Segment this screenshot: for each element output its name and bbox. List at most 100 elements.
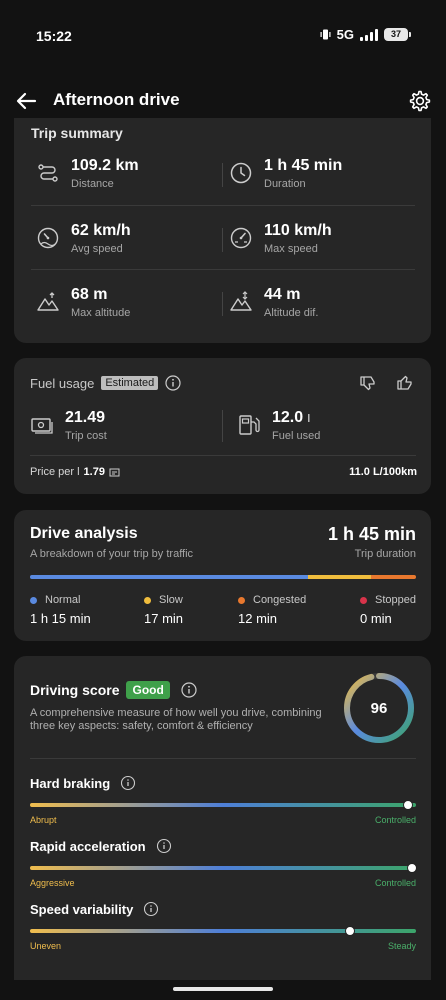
home-indicator[interactable]: [173, 987, 273, 991]
normal-value: 1 h 15 min: [30, 611, 91, 626]
stat-value: 68 m: [71, 286, 108, 303]
divider: [222, 228, 223, 252]
legend-stopped: Stopped 0 min: [360, 594, 416, 626]
mountain-icon: [37, 292, 59, 311]
trip-summary-card: Trip summary 109.2 km Distance 1 h 45 mi…: [14, 118, 431, 343]
divider: [31, 205, 415, 206]
driving-score-description: A comprehensive measure of how well you …: [30, 707, 322, 732]
network-type: 5G: [336, 27, 354, 42]
clock-icon: [230, 162, 252, 184]
stat-value: 1 h 45 min: [264, 157, 343, 174]
status-time: 15:22: [36, 28, 72, 44]
metric-name: Hard braking: [30, 775, 111, 791]
info-icon[interactable]: [143, 901, 159, 917]
info-icon[interactable]: [156, 838, 172, 854]
metric-low-label: Aggressive: [30, 878, 75, 888]
stopped-dot: [360, 596, 367, 604]
battery-icon: 37: [384, 28, 411, 41]
traffic-segment-slow: [308, 575, 372, 579]
divider: [222, 163, 223, 187]
metric-high-label: Controlled: [374, 815, 416, 825]
metric-knob: [345, 926, 356, 936]
edit-icon[interactable]: [109, 467, 120, 478]
stat-label: Altitude dif.: [264, 307, 319, 319]
metric-rapid-acceleration: Rapid acceleration Aggressive Controlled: [30, 838, 418, 888]
legend-congested: Congested 12 min: [238, 594, 307, 626]
metric-low-label: Uneven: [30, 941, 62, 951]
thumbs-up-icon[interactable]: [396, 374, 414, 392]
price-per-liter[interactable]: Price per l 1.79: [30, 466, 120, 478]
cash-icon: [31, 418, 53, 434]
driving-score-title: Driving score: [30, 682, 120, 698]
stat-label: Max speed: [264, 243, 318, 255]
score-value: 96: [371, 700, 388, 717]
consumption-value: 11.0 L/100km: [349, 466, 417, 478]
legend-normal: Normal 1 h 15 min: [30, 594, 91, 626]
metric-slider: [30, 800, 416, 810]
gear-icon[interactable]: [408, 89, 432, 113]
metric-knob: [407, 863, 418, 873]
traffic-segment-normal: [30, 575, 309, 579]
metric-slider: [30, 863, 418, 873]
stopped-value: 0 min: [360, 611, 392, 626]
arrow-left-icon[interactable]: [14, 90, 38, 112]
trip-cost-label: Trip cost: [65, 430, 107, 442]
app-bar: Afternoon drive: [0, 80, 446, 122]
congested-value: 12 min: [238, 611, 278, 626]
drive-analysis-title: Drive analysis: [30, 525, 138, 542]
stat-duration: 1 h 45 min Duration: [229, 157, 419, 197]
stat-distance: 109.2 km Distance: [36, 157, 226, 197]
vibrate-icon: [320, 29, 331, 40]
stat-value: 110 km/h: [264, 222, 332, 239]
trip-summary-title: Trip summary: [31, 125, 123, 141]
stat-label: Duration: [264, 178, 306, 190]
divider: [222, 292, 223, 316]
trip-cost-value: 21.49: [65, 409, 106, 426]
legend-slow: Slow 17 min: [144, 594, 184, 626]
price-value: 1.79: [83, 466, 105, 478]
mountain-diff-icon: [230, 291, 252, 311]
stat-max-altitude: 68 m Max altitude: [36, 286, 226, 326]
divider: [30, 455, 416, 456]
stat-value: 44 m: [264, 286, 301, 303]
thumbs-down-icon[interactable]: [359, 374, 377, 392]
congested-dot: [238, 596, 245, 604]
stat-value: 109.2 km: [71, 157, 139, 174]
trip-duration-label: Trip duration: [354, 548, 416, 560]
speedometer-icon: [37, 227, 59, 249]
drive-analysis-card: Drive analysis A breakdown of your trip …: [14, 510, 431, 641]
stat-label: Distance: [71, 178, 114, 190]
drive-analysis-subtitle: A breakdown of your trip by traffic: [30, 548, 194, 560]
metric-low-label: Abrupt: [30, 815, 57, 825]
fuel-usage-card: Fuel usage Estimated 21.49 Trip cost 12.…: [14, 358, 431, 494]
metric-name: Rapid acceleration: [30, 838, 146, 854]
slow-dot: [144, 596, 151, 604]
fuel-pump-icon: [239, 415, 260, 435]
fuel-used: 12.0 l Fuel used: [237, 409, 427, 449]
score-badge: Good: [126, 681, 170, 699]
driving-score-card: Driving score Good A comprehensive measu…: [14, 656, 431, 980]
status-bar: 15:22 5G 37: [0, 0, 446, 72]
stat-label: Avg speed: [71, 243, 123, 255]
divider: [222, 410, 223, 442]
signal-icon: [360, 28, 378, 41]
divider: [30, 758, 416, 759]
score-gauge: 96: [344, 673, 414, 743]
stat-altitude-diff: 44 m Altitude dif.: [229, 286, 419, 326]
fuel-header: Fuel usage Estimated: [30, 375, 181, 391]
status-icons: 5G 37: [320, 27, 411, 42]
info-icon[interactable]: [165, 375, 181, 391]
info-icon[interactable]: [120, 775, 136, 791]
info-icon[interactable]: [181, 682, 197, 698]
page-title: Afternoon drive: [53, 90, 180, 109]
stat-avg-speed: 62 km/h Avg speed: [36, 222, 226, 262]
metric-knob: [403, 800, 414, 810]
route-icon: [38, 164, 58, 182]
speedometer-max-icon: [230, 227, 252, 249]
price-label: Price per l: [30, 466, 80, 478]
metric-hard-braking: Hard braking Abrupt Controlled: [30, 775, 416, 825]
stat-label: Max altitude: [71, 307, 131, 319]
trip-duration-value: 1 h 45 min: [327, 524, 416, 544]
trip-cost: 21.49 Trip cost: [30, 409, 220, 449]
fuel-used-label: Fuel used: [272, 430, 321, 442]
